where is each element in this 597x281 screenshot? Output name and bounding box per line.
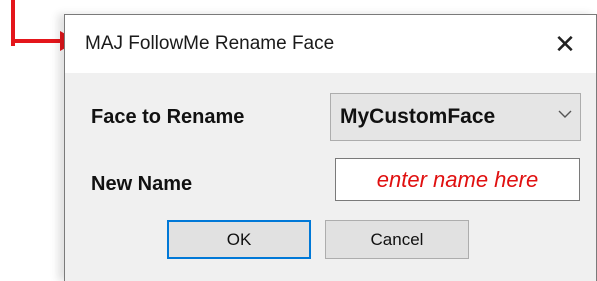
dialog-title: MAJ FollowMe Rename Face: [85, 33, 335, 54]
ok-button-label: OK: [226, 229, 252, 249]
screenshot-stage: MAJ FollowMe Rename Face ✕ Face to Renam…: [0, 0, 597, 281]
close-button[interactable]: ✕: [534, 15, 596, 73]
new-name-label: New Name: [91, 173, 193, 195]
ok-button[interactable]: OK: [167, 220, 311, 259]
close-icon: ✕: [554, 28, 576, 59]
rename-face-dialog: MAJ FollowMe Rename Face ✕ Face to Renam…: [64, 14, 597, 281]
new-name-placeholder: enter name here: [376, 166, 539, 192]
new-name-input[interactable]: enter name here: [335, 158, 580, 201]
face-to-rename-label: Face to Rename: [91, 106, 245, 128]
face-select-value: MyCustomFace: [340, 105, 496, 128]
chevron-down-icon: [558, 106, 572, 124]
dialog-titlebar: MAJ FollowMe Rename Face ✕: [65, 15, 596, 73]
cancel-button[interactable]: Cancel: [325, 220, 469, 259]
face-select[interactable]: MyCustomFace: [330, 93, 581, 141]
cancel-button-label: Cancel: [370, 229, 424, 249]
annotation-arrow-shaft: [11, 39, 63, 43]
